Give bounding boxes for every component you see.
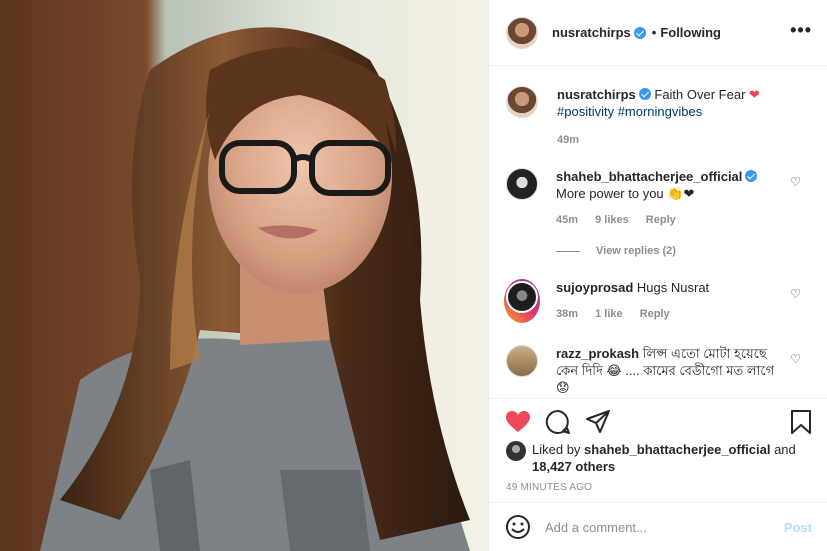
comment-item: razz_prokash লিপ্স এতো মোটা হয়েছে কেন দ… [506,345,818,396]
comment-like-heart-icon[interactable]: ♡ [790,352,801,366]
comment-time[interactable]: 38m [556,308,578,320]
liker-avatar[interactable] [506,441,526,461]
liked-by: Liked by shaheb_bhattacherjee_official a… [506,441,811,475]
comment-username[interactable]: razz_prokash [556,346,639,361]
view-replies-button[interactable]: View replies (2) [556,245,676,257]
emoji-icon[interactable] [505,514,531,540]
caption-hashtags[interactable]: #positivity #morningvibes [557,104,702,119]
more-options-icon[interactable]: ••• [790,21,812,39]
comment-icon[interactable] [545,409,571,435]
post-header: nusratchirps • Following ••• [489,0,827,66]
verified-badge-icon [633,26,646,39]
heart-emoji: ❤ [749,87,760,102]
action-bar: Liked by shaheb_bhattacherjee_official a… [489,398,827,501]
comment-item: sujoyprosad Hugs Nusrat 38m 1 like Reply [504,279,818,323]
comment-likes[interactable]: 1 like [595,308,623,320]
liked-prefix: Liked by [532,442,581,457]
comment-username[interactable]: shaheb_bhattacherjee_official [556,169,742,184]
comment-like-heart-icon[interactable]: ♡ [790,175,801,189]
comment-username[interactable]: sujoyprosad [556,280,633,295]
commenter-avatar[interactable] [506,281,538,313]
view-replies-label: View replies (2) [596,245,676,257]
caption: nusratchirps Faith Over Fear ❤ #positivi… [506,86,818,149]
commenter-avatar[interactable] [506,345,538,377]
bookmark-icon[interactable] [788,409,814,435]
comment-composer: Add a comment... Post [489,502,827,551]
reply-button[interactable]: Reply [646,214,676,226]
comment-item: shaheb_bhattacherjee_official More power… [506,168,818,229]
post-comment-button[interactable]: Post [784,520,812,535]
reply-button[interactable]: Reply [640,308,670,320]
liked-suffix: and [774,442,796,457]
verified-badge-icon [638,88,651,100]
story-ring[interactable] [504,279,540,323]
verified-badge-icon [745,170,758,182]
caption-time[interactable]: 49m [557,134,579,146]
comment-like-heart-icon[interactable]: ♡ [790,287,801,301]
comment-input[interactable]: Add a comment... [545,520,784,535]
post-timestamp[interactable]: 49 MINUTES AGO [506,482,592,493]
comments-list: nusratchirps Faith Over Fear ❤ #positivi… [489,67,827,398]
post-side-panel: nusratchirps • Following ••• nusratchirp… [488,0,827,551]
separator-dot: • [651,25,657,40]
post-image [0,0,488,551]
author-avatar[interactable] [506,16,538,49]
caption-text: Faith Over Fear [654,87,746,102]
comment-text: Hugs Nusrat [636,280,710,295]
comment-likes[interactable]: 9 likes [595,214,629,226]
author-username[interactable]: nusratchirps [552,25,631,40]
comment-time[interactable]: 45m [556,214,578,226]
post-photo[interactable] [0,0,488,551]
share-icon[interactable] [585,409,611,435]
commenter-avatar[interactable] [506,168,538,200]
liked-by-user[interactable]: shaheb_bhattacherjee_official [584,442,770,457]
like-heart-icon[interactable] [505,409,531,435]
comment-text: More power to you 👏❤ [556,186,695,201]
view-replies-line [556,250,580,252]
instagram-post: nusratchirps • Following ••• nusratchirp… [0,0,827,551]
following-button[interactable]: Following [660,25,721,40]
caption-username[interactable]: nusratchirps [557,87,636,102]
liked-others-count[interactable]: 18,427 others [532,459,615,474]
caption-avatar[interactable] [506,86,538,118]
